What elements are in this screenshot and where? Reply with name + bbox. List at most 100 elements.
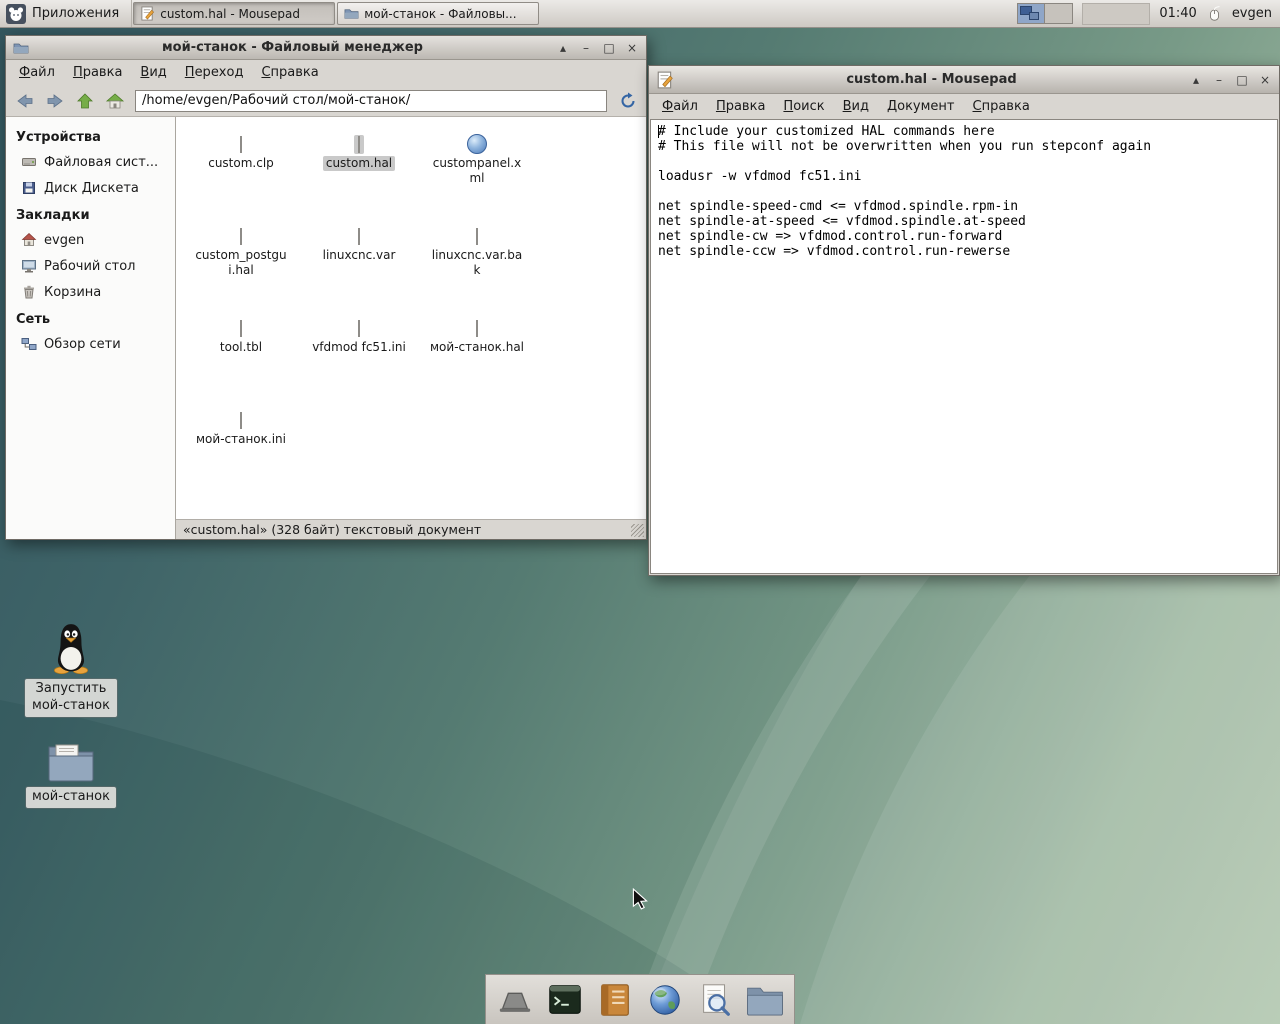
maximize-icon[interactable]: □ [602,41,616,55]
network-icon [21,336,37,352]
fm-menu-file[interactable]: Файл [11,62,63,83]
floppy-icon [21,180,37,196]
file-name: мой-станок.hal [430,340,525,354]
notification-area [1082,2,1151,25]
shade-icon[interactable]: ▴ [556,41,570,55]
mp-menu-file[interactable]: Файл [654,96,706,117]
sidebar-item-label: Корзина [44,284,102,300]
text-file-icon [240,136,242,153]
desktop-icon-machine-folder[interactable]: мой-станок [24,742,118,808]
fm-window-icon [13,43,29,53]
sidebar-item-floppy[interactable]: Диск Дискета [6,175,175,201]
sidebar-item-home[interactable]: evgen [6,227,175,253]
file-item[interactable]: tool.tbl [182,319,300,411]
home-button[interactable] [101,88,128,113]
mp-menu-document[interactable]: Документ [879,96,963,117]
mousepad-icon [141,6,155,21]
sidebar-item-trash[interactable]: Корзина [6,279,175,305]
mp-menu-edit[interactable]: Правка [708,96,773,117]
editor-text[interactable]: # Include your customized HAL commands h… [651,120,1277,263]
text-file-icon [240,320,242,337]
file-item[interactable]: custom_postgui.hal [182,227,300,319]
file-name: linuxcnc.var [322,248,396,262]
reload-button[interactable] [614,88,641,113]
file-manager-icon [344,9,359,19]
file-item-selected[interactable]: custom.hal [300,135,418,227]
close-icon[interactable]: × [1258,73,1272,87]
text-file-icon [358,320,360,337]
arrow-right-icon [47,93,63,108]
reload-icon [621,92,634,107]
file-item[interactable]: vfdmod fc51.ini [300,319,418,411]
search-button[interactable] [694,979,736,1021]
fm-menu-view[interactable]: Вид [132,62,174,83]
file-item[interactable]: мой-станок.hal [418,319,536,411]
mp-menu-search[interactable]: Поиск [775,96,832,117]
mini-window-icon [1029,12,1040,20]
file-name: tool.tbl [219,340,263,354]
forward-button[interactable] [41,88,68,113]
file-item[interactable]: custompanel.xml [418,134,536,227]
trash-icon [21,284,37,300]
mp-menu-view[interactable]: Вид [835,96,877,117]
up-button[interactable] [71,88,98,113]
workspace-2[interactable] [1045,4,1073,23]
location-bar[interactable] [135,89,607,112]
maximize-icon[interactable]: □ [1235,73,1249,87]
globe-icon [650,984,680,1015]
harddrive-icon [21,154,37,170]
arrow-up-icon [76,92,93,108]
fm-body: Устройства Файловая сист... Диск Дискета… [6,117,646,539]
web-browser-button[interactable] [644,979,686,1021]
arrow-left-icon [16,93,32,108]
home-icon [105,92,124,108]
workspace-1[interactable] [1018,4,1046,23]
show-desktop-icon [499,992,531,1012]
resize-grip[interactable] [631,524,644,537]
fm-menu-help[interactable]: Справка [253,62,326,83]
show-desktop-button[interactable] [494,979,536,1021]
sidebar-item-desktop[interactable]: Рабочий стол [6,253,175,279]
file-item[interactable]: linuxcnc.var [300,227,418,319]
fm-titlebar[interactable]: мой-станок - Файловый менеджер ▴ – □ × [6,36,646,60]
fm-menu-go[interactable]: Переход [177,62,252,83]
fm-menu-edit[interactable]: Правка [65,62,130,83]
mouse-indicator-icon[interactable] [1206,5,1223,22]
text-caret [658,125,659,138]
workspace-switcher[interactable] [1017,3,1074,24]
file-item[interactable]: linuxcnc.var.bak [418,227,536,319]
minimize-icon[interactable]: – [1212,73,1226,87]
file-item[interactable]: мой-станок.ini [182,411,300,503]
username[interactable]: evgen [1232,6,1272,21]
shade-icon[interactable]: ▴ [1189,73,1203,87]
applications-menu-button[interactable]: Приложения [0,0,133,27]
fm-menubar: Файл Правка Вид Переход Справка [6,60,646,85]
xfce-logo-icon [6,3,26,24]
file-manager-button[interactable] [744,979,786,1021]
mp-menu-help[interactable]: Справка [965,96,1038,117]
sidebar-item-filesystem[interactable]: Файловая сист... [6,149,175,175]
terminal-button[interactable] [544,979,586,1021]
minimize-icon[interactable]: – [579,41,593,55]
sidebar-item-network-browse[interactable]: Обзор сети [6,331,175,357]
mp-window-title: custom.hal - Mousepad [846,72,1017,87]
editor-text-area[interactable]: # Include your customized HAL commands h… [650,119,1278,574]
clock[interactable]: 01:40 [1159,6,1196,21]
taskbar-button-mousepad[interactable]: custom.hal - Mousepad [133,2,336,25]
desktop-icon-label: Запустить мой-станок [25,679,117,717]
notes-book-icon [601,983,629,1016]
text-file-icon [240,228,242,245]
sidebar-item-label: Рабочий стол [44,258,136,274]
desktop-icon-launch-machine[interactable]: Запустить мой-станок [24,622,118,717]
fm-toolbar [6,85,646,117]
file-grid[interactable]: custom.clp custom.hal custompanel.xml cu… [176,117,646,519]
mp-titlebar[interactable]: custom.hal - Mousepad ▴ – □ × [649,66,1279,94]
text-file-icon [240,412,242,429]
file-item[interactable]: custom.clp [182,135,300,227]
taskbar-button-file-manager[interactable]: мой-станок - Файловы... [337,2,540,25]
file-name: custom_postgui.hal [195,248,287,277]
notes-button[interactable] [594,979,636,1021]
close-icon[interactable]: × [625,41,639,55]
taskbar-button-label: custom.hal - Mousepad [160,6,300,21]
back-button[interactable] [11,88,38,113]
